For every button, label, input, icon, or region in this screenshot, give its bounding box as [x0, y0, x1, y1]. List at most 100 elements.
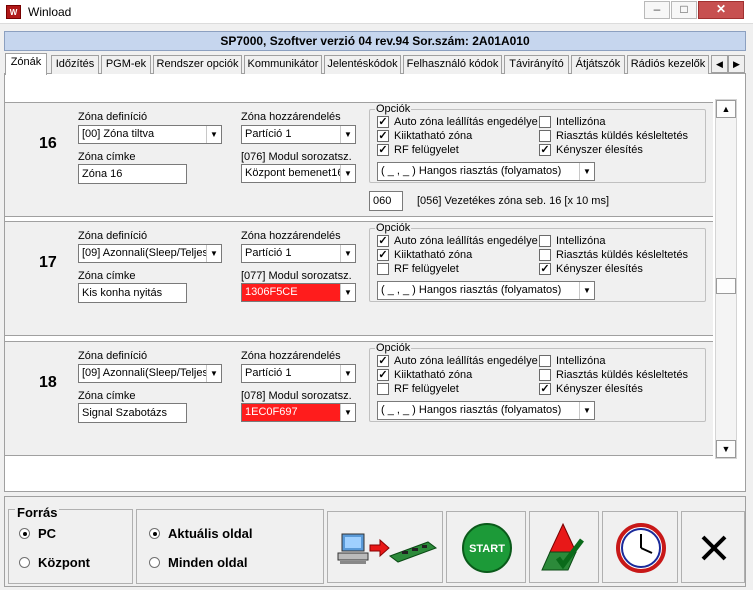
source-panel-radio[interactable]: Központ [19, 556, 90, 570]
chevron-down-icon[interactable]: ▼ [579, 282, 594, 299]
alarm-type-select[interactable]: ( _ , _ ) Hangos riasztás (folyamatos) ▼ [377, 281, 595, 300]
close-button[interactable] [681, 511, 745, 583]
zone-label-input[interactable]: Signal Szabotázs [78, 403, 187, 423]
zone-speed-label: [056] Vezetékes zóna seb. 16 [x 10 ms] [417, 195, 610, 207]
chevron-down-icon[interactable]: ▼ [340, 165, 355, 182]
chevron-down-icon[interactable]: ▼ [579, 163, 594, 180]
zone-speed-input[interactable]: 060 [369, 191, 403, 211]
force-arm-checkbox[interactable]: ✓ Kényszer élesítés [539, 144, 643, 156]
tab-pgm[interactable]: PGM-ek [101, 55, 151, 74]
rf-supervision-checkbox[interactable]: RF felügyelet [377, 263, 459, 275]
vertical-scrollbar[interactable]: ▲ ▼ [715, 99, 737, 459]
rf-supervision-checkbox[interactable]: RF felügyelet [377, 383, 459, 395]
clock-icon [616, 523, 666, 573]
options-group: Opciók ✓ Auto zóna leállítás engedélye ✓ K… [369, 222, 706, 302]
zone-def-label: Zóna definíció [78, 230, 148, 242]
check-icon: ✓ [377, 369, 389, 381]
tab-scroll-left-icon[interactable]: ◀ [711, 55, 728, 73]
chevron-down-icon[interactable]: ▼ [340, 404, 355, 421]
current-page-radio[interactable]: Aktuális oldal [149, 527, 253, 541]
chevron-down-icon[interactable]: ▼ [340, 284, 355, 301]
module-serial-value: 1EC0F697 [245, 406, 298, 418]
zone-label-input[interactable]: Kis konha nyitás [78, 283, 187, 303]
tab-repeaters[interactable]: Átjátszók [571, 55, 625, 74]
intellizone-checkbox[interactable]: Intellizóna [539, 355, 606, 367]
tab-communicator[interactable]: Kommunikátor [244, 55, 322, 74]
rf-supervision-checkbox[interactable]: ✓ RF felügyelet [377, 144, 459, 156]
partition-select[interactable]: Partíció 1 ▼ [241, 244, 356, 263]
alarm-type-select[interactable]: ( _ , _ ) Hangos riasztás (folyamatos) ▼ [377, 162, 595, 181]
check-icon: ✓ [539, 383, 551, 395]
auto-shutdown-checkbox[interactable]: ✓ Auto zóna leállítás engedélye [377, 116, 538, 128]
source-pc-radio[interactable]: PC [19, 527, 56, 541]
module-serial-select[interactable]: Központ bemenet16 ▼ [241, 164, 356, 183]
chevron-down-icon[interactable]: ▼ [206, 126, 221, 143]
tab-report-codes[interactable]: Jelentéskódok [324, 55, 401, 74]
scroll-thumb[interactable] [716, 278, 736, 294]
chevron-down-icon[interactable]: ▼ [206, 245, 221, 262]
tab-remote[interactable]: Távirányító [504, 55, 569, 74]
radio-icon [149, 557, 160, 569]
tab-system-options[interactable]: Rendszer opciók [153, 55, 242, 74]
intellizone-checkbox[interactable]: Intellizóna [539, 116, 606, 128]
zone-number: 17 [39, 254, 57, 271]
tab-zones[interactable]: Zónák [5, 53, 47, 75]
auto-shutdown-checkbox[interactable]: ✓ Auto zóna leállítás engedélye [377, 355, 538, 367]
chevron-down-icon[interactable]: ▼ [579, 402, 594, 419]
delay-alarm-checkbox[interactable]: Riasztás küldés késleltetés [539, 249, 688, 261]
delay-alarm-checkbox[interactable]: Riasztás küldés késleltetés [539, 369, 688, 381]
chevron-down-icon[interactable]: ▼ [206, 365, 221, 382]
transfer-button[interactable] [327, 511, 443, 583]
module-serial-value: 1306F5CE [245, 286, 298, 298]
scroll-down-icon[interactable]: ▼ [716, 440, 736, 458]
tab-user-codes[interactable]: Felhasználó kódok [403, 55, 502, 74]
transfer-pc-to-board-icon [337, 533, 438, 564]
tab-scroll-right-icon[interactable]: ▶ [728, 55, 745, 73]
module-serial-select[interactable]: 1EC0F697 ▼ [241, 403, 356, 422]
check-icon: ✓ [377, 116, 389, 128]
check-icon: ✓ [377, 355, 389, 367]
window-title: Winload [28, 5, 72, 19]
bypass-checkbox[interactable]: ✓ Kiiktatható zóna [377, 369, 472, 381]
bypass-checkbox[interactable]: ✓ Kiiktatható zóna [377, 130, 472, 142]
zone-def-select[interactable]: [09] Azonnali(Sleep/Teljes ▼ [78, 244, 222, 263]
close-window-button[interactable]: ✕ [698, 1, 744, 19]
scroll-up-icon[interactable]: ▲ [716, 100, 736, 118]
options-group: Opciók ✓ Auto zóna leállítás engedélye ✓ K… [369, 103, 706, 183]
start-button[interactable]: START [446, 511, 526, 583]
send-button[interactable] [529, 511, 599, 583]
tab-wireless-keypads[interactable]: Rádiós kezelők [627, 55, 709, 74]
alarm-type-select[interactable]: ( _ , _ ) Hangos riasztás (folyamatos) ▼ [377, 401, 595, 420]
start-label: START [469, 543, 505, 555]
intellizone-checkbox[interactable]: Intellizóna [539, 235, 606, 247]
zone-panel: 17 Zóna definíció [09] Azonnali(Sleep/Te… [5, 221, 713, 336]
partition-select[interactable]: Partíció 1 ▼ [241, 125, 356, 144]
auto-shutdown-checkbox[interactable]: ✓ Auto zóna leállítás engedélye [377, 235, 538, 247]
minimize-button[interactable]: – [644, 1, 670, 19]
zone-def-value: [09] Azonnali(Sleep/Teljes [82, 247, 208, 259]
force-arm-checkbox[interactable]: ✓ Kényszer élesítés [539, 263, 643, 275]
clock-button[interactable] [602, 511, 678, 583]
module-serial-select[interactable]: 1306F5CE ▼ [241, 283, 356, 302]
options-title: Opciók [375, 342, 412, 354]
zone-label-input[interactable]: Zóna 16 [78, 164, 187, 184]
chevron-down-icon[interactable]: ▼ [340, 126, 355, 143]
partition-select[interactable]: Partíció 1 ▼ [241, 364, 356, 383]
partition-value: Partíció 1 [245, 367, 292, 379]
bypass-checkbox[interactable]: ✓ Kiiktatható zóna [377, 249, 472, 261]
zone-panel: 16 Zóna definíció [00] Zóna tiltva ▼ Zóna… [5, 102, 713, 217]
zone-label-label: Zóna címke [78, 390, 136, 402]
check-icon: ✓ [377, 130, 389, 142]
module-serial-value: Központ bemenet16 [245, 167, 344, 179]
all-pages-radio[interactable]: Minden oldal [149, 556, 247, 570]
chevron-down-icon[interactable]: ▼ [340, 245, 355, 262]
zone-def-select[interactable]: [09] Azonnali(Sleep/Teljes ▼ [78, 364, 222, 383]
zone-def-label: Zóna definíció [78, 111, 148, 123]
maximize-button[interactable]: □ [671, 1, 697, 19]
force-arm-checkbox[interactable]: ✓ Kényszer élesítés [539, 383, 643, 395]
tab-timing[interactable]: Időzítés [51, 55, 99, 74]
source-group: Forrás PC Központ [8, 505, 133, 584]
delay-alarm-checkbox[interactable]: Riasztás küldés késleltetés [539, 130, 688, 142]
zone-def-select[interactable]: [00] Zóna tiltva ▼ [78, 125, 222, 144]
chevron-down-icon[interactable]: ▼ [340, 365, 355, 382]
